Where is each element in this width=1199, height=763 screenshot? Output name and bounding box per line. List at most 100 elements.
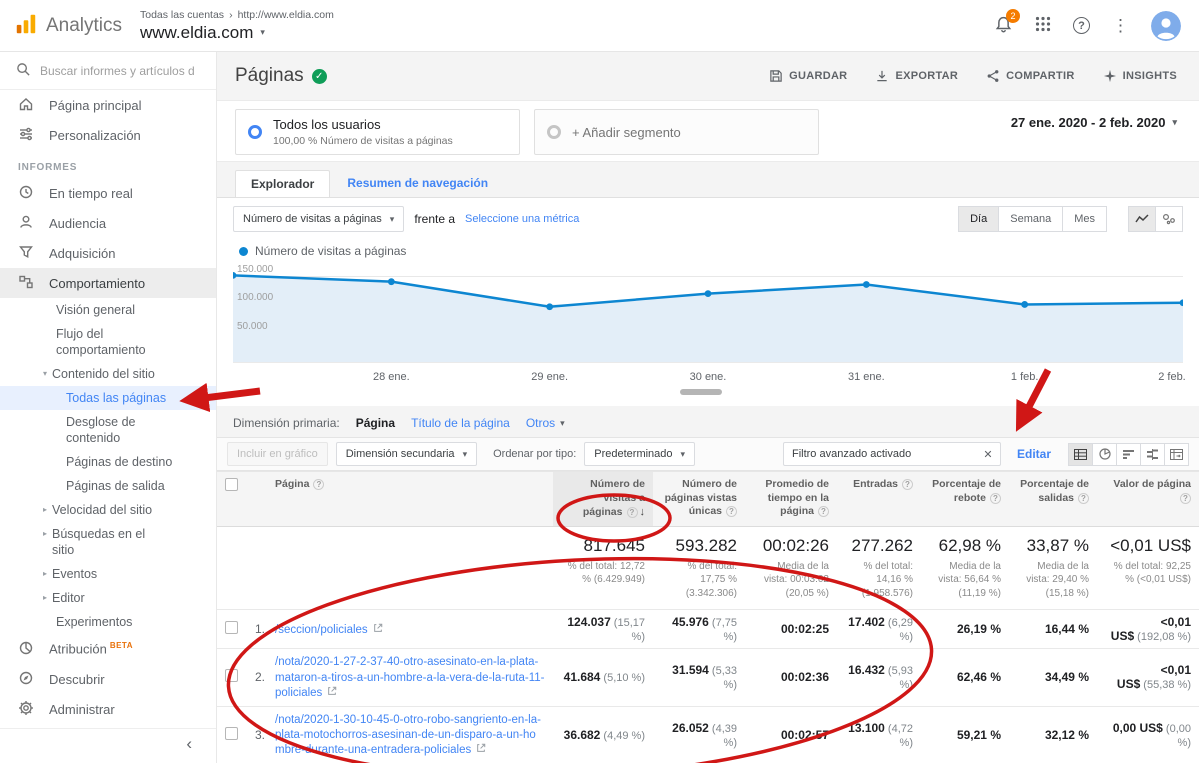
x-axis-label: 29 ene. xyxy=(531,371,568,383)
dimension-titulo-pagina[interactable]: Título de la página xyxy=(411,416,510,430)
visits-line-chart[interactable]: 50.000100.000150.000 xyxy=(233,264,1183,368)
info-icon[interactable]: ? xyxy=(627,507,638,518)
insights-button[interactable]: INSIGHTS xyxy=(1103,69,1177,83)
page-link[interactable]: /seccion/policiales xyxy=(275,624,368,636)
tab-explorador[interactable]: Explorador xyxy=(235,170,330,197)
granularity-month-button[interactable]: Mes xyxy=(1062,206,1107,232)
sidebar-item-discover[interactable]: Descubrir xyxy=(0,664,216,694)
sidebar-item-desglose-de-contenido[interactable]: Desglose de contenido xyxy=(0,410,216,450)
table-view-icon[interactable] xyxy=(1068,443,1093,466)
dimension-otros[interactable]: Otros ▾ xyxy=(526,416,565,430)
info-icon[interactable]: ? xyxy=(313,479,324,490)
advanced-filter-box[interactable]: Filtro avanzado activado ✕ xyxy=(783,442,1001,466)
sidebar-item-admin[interactable]: Administrar xyxy=(0,694,216,724)
comparison-view-icon[interactable] xyxy=(1140,443,1165,466)
caret-down-icon: ▾ xyxy=(560,418,565,429)
info-icon[interactable]: ? xyxy=(1078,493,1089,504)
avatar[interactable] xyxy=(1151,11,1181,41)
sort-type-dropdown[interactable]: Predeterminado ▾ xyxy=(584,442,695,466)
info-icon[interactable]: ? xyxy=(818,506,829,517)
metric-selector-dropdown[interactable]: Número de visitas a páginas ▾ xyxy=(233,206,404,232)
sidebar-item-realtime[interactable]: En tiempo real xyxy=(0,178,216,208)
sidebar-item-vision-general[interactable]: Visión general xyxy=(0,298,216,322)
collapsed-arrow-icon: ▸ xyxy=(43,569,47,578)
select-metric-link[interactable]: Seleccione una métrica xyxy=(465,213,579,225)
secondary-dimension-dropdown[interactable]: Dimensión secundaria ▾ xyxy=(336,442,477,466)
analytics-logo[interactable]: Analytics xyxy=(0,12,140,39)
line-chart-icon[interactable] xyxy=(1128,206,1156,232)
summary-value: 593.282 xyxy=(661,536,737,556)
row-checkbox[interactable] xyxy=(225,669,238,682)
select-all-checkbox[interactable] xyxy=(225,478,238,491)
add-segment-button[interactable]: + Añadir segmento xyxy=(534,109,819,155)
sidebar-item-paginas-de-destino[interactable]: Páginas de destino xyxy=(0,450,216,474)
sidebar-item-flujo-comportamiento[interactable]: Flujo del comportamiento xyxy=(0,322,216,362)
column-header-tiempo[interactable]: Promedio de tiempo en la página? xyxy=(745,472,837,527)
info-icon[interactable]: ? xyxy=(902,479,913,490)
sidebar-item-contenido-del-sitio[interactable]: ▾Contenido del sitio xyxy=(0,362,216,386)
sidebar-item-todas-las-paginas[interactable]: Todas las páginas xyxy=(0,386,216,410)
sidebar-collapse-button[interactable]: ‹ xyxy=(0,728,216,763)
percentage-view-icon[interactable] xyxy=(1092,443,1117,466)
share-button[interactable]: COMPARTIR xyxy=(986,69,1075,83)
row-checkbox[interactable] xyxy=(225,727,238,740)
column-header-pagina[interactable]: Página? xyxy=(267,472,553,527)
external-link-icon[interactable] xyxy=(476,742,486,756)
external-link-icon[interactable] xyxy=(327,685,337,699)
table-body: 817.645% del total: 12,72 % (6.429.949)5… xyxy=(217,526,1199,763)
help-icon[interactable]: ? xyxy=(1073,17,1090,34)
row-checkbox[interactable] xyxy=(225,621,238,634)
breadcrumb-current[interactable]: http://www.eldia.com xyxy=(238,9,334,21)
sidebar-item-velocidad-del-sitio[interactable]: ▸Velocidad del sitio xyxy=(0,498,216,522)
sidebar-item-audience[interactable]: Audiencia xyxy=(0,208,216,238)
sidebar-search[interactable] xyxy=(0,52,216,90)
notifications-button[interactable]: 2 xyxy=(994,15,1013,37)
external-link-icon[interactable] xyxy=(373,622,383,636)
sidebar-item-eventos[interactable]: ▸Eventos xyxy=(0,562,216,586)
info-icon[interactable]: ? xyxy=(726,506,737,517)
pivot-view-icon[interactable] xyxy=(1164,443,1189,466)
sidebar-item-paginas-de-salida[interactable]: Páginas de salida xyxy=(0,474,216,498)
search-input[interactable] xyxy=(40,64,195,78)
tab-resumen-navegacion[interactable]: Resumen de navegación xyxy=(332,170,503,197)
page-link[interactable]: /nota/2020-1-27-2-37-40-otro-asesinato-e… xyxy=(275,656,545,699)
breadcrumb-root[interactable]: Todas las cuentas xyxy=(140,9,224,21)
info-icon[interactable]: ? xyxy=(1180,493,1191,504)
property-selector[interactable]: www.eldia.com ▾ xyxy=(140,23,334,43)
page-link[interactable]: /nota/2020-1-30-10-45-0-otro-robo-sangri… xyxy=(275,714,541,757)
sidebar-item-busquedas-en-el-sitio[interactable]: ▸Búsquedas en el sitio xyxy=(0,522,216,562)
clear-filter-icon[interactable]: ✕ xyxy=(976,448,1000,461)
chart-scroll-handle[interactable] xyxy=(680,389,722,395)
dimension-pagina[interactable]: Página xyxy=(356,416,395,430)
sidebar-item-attribution[interactable]: AtribuciónBETA xyxy=(0,634,216,664)
motion-chart-icon[interactable] xyxy=(1155,206,1183,232)
main-content: Páginas ✓ GUARDAR EXPORTAR COMPARTIR INS… xyxy=(217,52,1199,763)
sidebar-item-home[interactable]: Página principal xyxy=(0,90,216,120)
granularity-day-button[interactable]: Día xyxy=(958,206,999,232)
column-header-rebote[interactable]: Porcentaje de rebote? xyxy=(921,472,1009,527)
sort-desc-icon[interactable]: ↓ xyxy=(640,506,646,518)
column-header-visitas[interactable]: Número de visitas a páginas?↓ xyxy=(553,472,653,527)
apps-grid-icon[interactable] xyxy=(1035,16,1051,35)
sidebar-item-experimentos[interactable]: Experimentos xyxy=(0,610,216,634)
sidebar-item-customization[interactable]: Personalización xyxy=(0,120,216,150)
sidebar-item-editor[interactable]: ▸Editor xyxy=(0,586,216,610)
info-icon[interactable]: ? xyxy=(990,493,1001,504)
edit-filter-link[interactable]: Editar xyxy=(1017,447,1051,461)
segment-all-users[interactable]: Todos los usuarios 100,00 % Número de vi… xyxy=(235,109,520,155)
column-header-entradas[interactable]: Entradas? xyxy=(837,472,921,527)
export-button[interactable]: EXPORTAR xyxy=(875,69,958,83)
column-header-vistas-unicas[interactable]: Número de páginas vistas únicas? xyxy=(653,472,745,527)
sidebar-item-behavior[interactable]: Comportamiento xyxy=(0,268,216,298)
more-options-icon[interactable]: ⋮ xyxy=(1112,16,1129,36)
sidebar-item-acquisition[interactable]: Adquisición xyxy=(0,238,216,268)
column-header-valor[interactable]: Valor de página? xyxy=(1097,472,1199,527)
performance-view-icon[interactable] xyxy=(1116,443,1141,466)
column-header-salidas[interactable]: Porcentaje de salidas? xyxy=(1009,472,1097,527)
granularity-week-button[interactable]: Semana xyxy=(998,206,1063,232)
add-segment-label: + Añadir segmento xyxy=(572,125,681,140)
sidebar-item-label: Descubrir xyxy=(49,672,105,687)
save-button[interactable]: GUARDAR xyxy=(769,69,847,83)
date-range-selector[interactable]: 27 ene. 2020 - 2 feb. 2020 ▾ xyxy=(1011,109,1177,130)
sidebar-item-label: Comportamiento xyxy=(49,276,145,291)
